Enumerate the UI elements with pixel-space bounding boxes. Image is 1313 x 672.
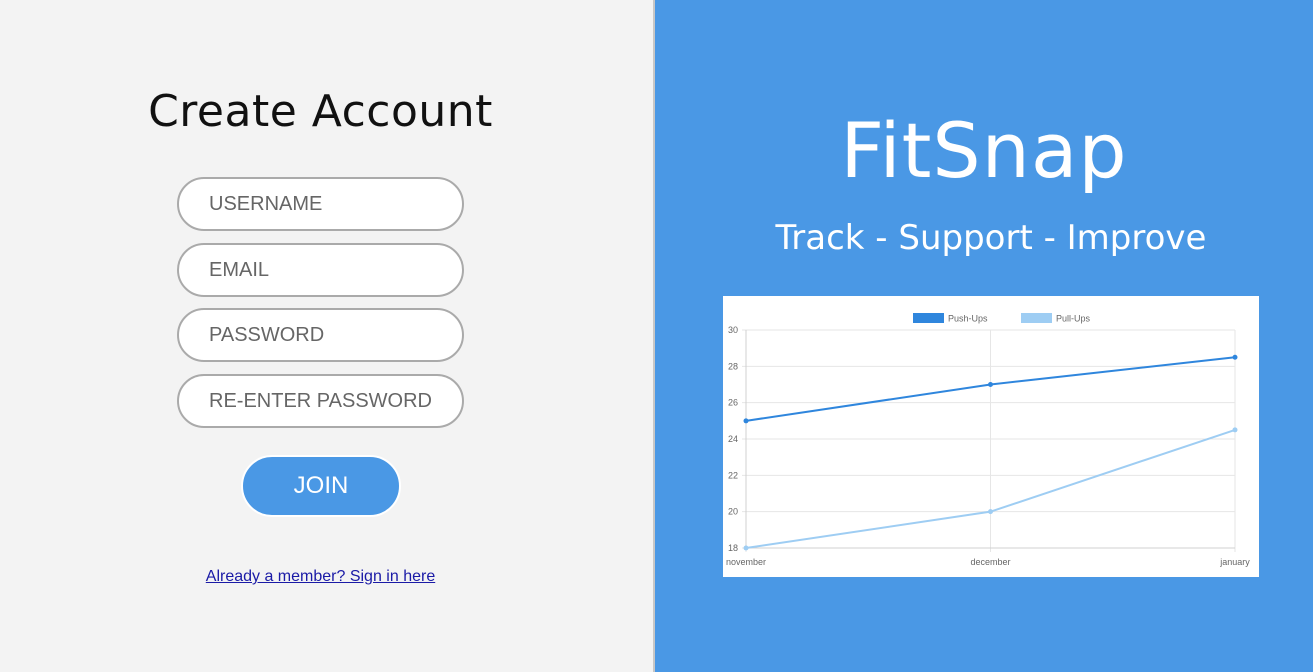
brand-panel: FitSnap Track - Support - Improve 18 20 22… xyxy=(655,0,1313,672)
y-tick-label: 22 xyxy=(728,470,738,480)
reenter-password-input[interactable] xyxy=(177,374,464,428)
y-tick-label: 18 xyxy=(728,543,738,553)
legend-swatch xyxy=(1021,313,1052,323)
signin-row: Already a member? Sign in here xyxy=(0,568,641,586)
username-input[interactable] xyxy=(177,177,464,231)
page-title: Create Account xyxy=(148,86,493,137)
y-tick-label: 20 xyxy=(728,507,738,517)
x-tick-label: january xyxy=(1219,557,1250,567)
email-input[interactable] xyxy=(177,243,464,297)
legend-label: Pull-Ups xyxy=(1056,314,1091,324)
data-point-pull-ups xyxy=(1232,427,1238,433)
y-tick-label: 24 xyxy=(728,434,738,444)
signin-link[interactable]: Already a member? Sign in here xyxy=(206,568,435,585)
x-tick-label: november xyxy=(726,557,766,567)
legend-label: Push-Ups xyxy=(948,314,988,324)
data-point-pull-ups xyxy=(743,545,749,551)
password-input[interactable] xyxy=(177,308,464,362)
brand-tagline: Track - Support - Improve xyxy=(775,218,1207,258)
data-point-pull-ups xyxy=(988,509,993,515)
data-point-push-ups xyxy=(743,418,749,424)
brand-name: FitSnap xyxy=(840,106,1128,195)
progress-chart: 18 20 22 24 26 28 30 november december january Pus… xyxy=(723,296,1259,577)
data-point-push-ups xyxy=(1232,354,1238,360)
y-tick-label: 26 xyxy=(728,398,738,408)
y-tick-label: 30 xyxy=(728,325,738,335)
data-point-push-ups xyxy=(988,382,993,387)
y-tick-label: 28 xyxy=(728,361,738,371)
signup-panel: Create Account JOIN Already a member? Si… xyxy=(0,0,655,672)
chart-svg: 18 20 22 24 26 28 30 november december january Pus… xyxy=(726,313,1250,567)
x-tick-label: december xyxy=(970,557,1010,567)
legend-swatch xyxy=(913,313,944,323)
join-button[interactable]: JOIN xyxy=(241,455,401,517)
